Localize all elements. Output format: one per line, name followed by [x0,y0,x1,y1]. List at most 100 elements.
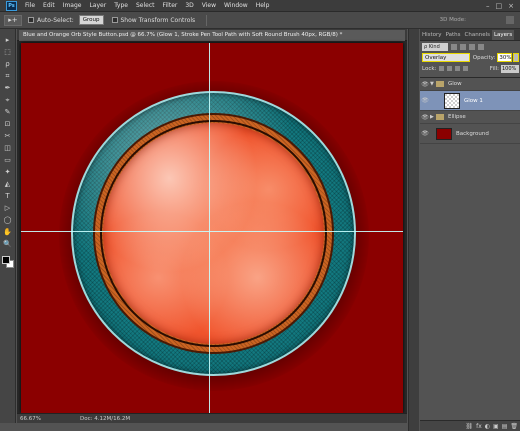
new-layer-icon[interactable]: ▤ [502,423,508,430]
ellipse-tool-icon[interactable]: ◯ [2,215,13,225]
filter-row: ρ Kind [420,41,520,52]
layer-name: Glow [448,81,462,87]
color-swatches[interactable] [1,255,15,269]
layer-mask-icon[interactable]: ▣ [493,423,499,430]
history-brush-tool-icon[interactable]: ✂ [2,131,13,141]
adjustment-layer-icon[interactable]: ◐ [485,423,490,430]
menu-window[interactable]: Window [220,2,252,9]
lock-all-icon[interactable] [463,66,469,71]
foreground-color-swatch[interactable] [1,256,10,264]
layers-list: 👁 ▼ Glow 👁 Glow 1 👁 ▶ Ellipse 👁 Backgrou… [420,77,520,144]
fill-input[interactable]: 100% [501,64,519,73]
eyedropper-tool-icon[interactable]: ⌖ [2,95,13,105]
lock-transparency-icon[interactable] [439,66,445,71]
menu-type[interactable]: Type [110,2,132,9]
document-tab[interactable]: Blue and Orange Orb Style Button.psd @ 6… [19,30,405,41]
pixel-filter-icon[interactable] [451,43,457,50]
lock-position-icon[interactable] [455,66,461,71]
maximize-button[interactable]: □ [496,2,503,10]
zoom-tool-icon[interactable]: 🔍 [2,239,13,249]
zoom-level[interactable]: 66.67% [20,416,50,422]
marquee-tool-icon[interactable]: ⬚ [2,47,13,57]
options-bar: ▸+ Auto-Select: Group Show Transform Con… [0,12,520,29]
opacity-dropdown-arrow[interactable] [513,53,519,62]
lock-row: Lock: Fill: 100% [420,63,520,74]
menu-3d[interactable]: 3D [181,2,197,9]
visibility-eye-icon[interactable]: 👁 [420,97,430,104]
document-size[interactable]: Doc: 4.12M/16.2M [80,416,130,422]
tab-history[interactable]: History [420,30,444,40]
move-tool-preset-icon[interactable]: ▸+ [4,14,22,26]
opacity-label: Opacity: [472,54,496,61]
link-layers-icon[interactable]: ⛓ [465,423,473,430]
workspace-icon[interactable] [506,16,514,24]
crop-tool-icon[interactable]: ✒ [2,83,13,93]
layer-group-ellipse[interactable]: 👁 ▶ Ellipse [420,111,520,124]
visibility-eye-icon[interactable]: 👁 [420,114,430,121]
lasso-tool-icon[interactable]: ρ [2,59,13,69]
3d-mode-label: 3D Mode: [439,17,466,23]
photoshop-logo-icon: Ps [6,0,17,11]
horizontal-guide[interactable] [21,231,403,232]
type-filter-icon[interactable] [469,43,475,50]
canvas[interactable] [21,43,403,413]
tools-panel: ▸ ⬚ ρ ⌗ ✒ ⌖ ✎ ⊡ ✂ ◫ ▭ ✦ ◭ T ▷ ◯ ✋ 🔍 [0,29,16,423]
layer-background[interactable]: 👁 Background [420,124,520,144]
auto-select-dropdown[interactable]: Group [78,15,104,25]
transform-controls-checkbox[interactable] [111,17,118,23]
auto-select-label: Auto-Select: [37,16,74,24]
dodge-tool-icon[interactable]: ◭ [2,179,13,189]
menu-file[interactable]: File [21,2,39,9]
blend-row: Overlay Opacity: 30% [420,52,520,63]
opacity-input[interactable]: 30% [497,53,513,62]
transform-controls-label: Show Transform Controls [120,16,196,24]
lock-label: Lock: [422,65,437,72]
menu-filter[interactable]: Filter [159,2,182,9]
path-selection-tool-icon[interactable]: ▷ [2,203,13,213]
layers-panel-footer: ⛓ fx ◐ ▣ ▤ 🗑 [420,420,520,431]
hand-tool-icon[interactable]: ✋ [2,227,13,237]
menu-help[interactable]: Help [252,2,274,9]
kind-filter-dropdown[interactable]: ρ Kind [422,42,448,51]
window-controls: – □ × [486,2,514,10]
clone-stamp-tool-icon[interactable]: ⊡ [2,119,13,129]
adjustment-filter-icon[interactable] [460,43,466,50]
menu-edit[interactable]: Edit [39,2,59,9]
visibility-eye-icon[interactable]: 👁 [420,130,430,137]
menu-layer[interactable]: Layer [85,2,110,9]
lock-pixels-icon[interactable] [447,66,453,71]
move-tool-icon[interactable]: ▸ [2,35,13,45]
menu-select[interactable]: Select [132,2,159,9]
orb-inner-glow [103,123,324,344]
menu-image[interactable]: Image [59,2,86,9]
layer-style-icon[interactable]: fx [476,423,482,430]
layer-glow-1[interactable]: 👁 Glow 1 [420,91,520,111]
minimize-button[interactable]: – [486,2,490,10]
quick-select-tool-icon[interactable]: ⌗ [2,71,13,81]
collapsed-panel-strip[interactable] [409,29,419,431]
layer-name: Background [456,130,489,137]
panel-tabs: History Paths Channels Layers [420,29,520,41]
shape-filter-icon[interactable] [478,43,484,50]
auto-select-checkbox[interactable] [28,17,34,23]
blur-tool-icon[interactable]: ✦ [2,167,13,177]
tab-channels[interactable]: Channels [463,30,492,40]
gradient-tool-icon[interactable]: ▭ [2,155,13,165]
brush-tool-icon[interactable]: ✎ [2,107,13,117]
layer-thumbnail [436,127,452,140]
layer-name: Glow 1 [464,97,483,104]
menu-view[interactable]: View [198,2,220,9]
layer-group-glow[interactable]: 👁 ▼ Glow [420,78,520,91]
tab-paths[interactable]: Paths [444,30,463,40]
visibility-eye-icon[interactable]: 👁 [420,81,430,88]
blend-mode-dropdown[interactable]: Overlay [422,53,470,62]
folder-icon [436,81,444,87]
trash-icon[interactable]: 🗑 [510,423,518,430]
type-tool-icon[interactable]: T [2,191,13,201]
close-button[interactable]: × [508,2,514,10]
vertical-guide[interactable] [209,43,210,413]
document-area: Blue and Orange Orb Style Button.psd @ 6… [17,29,407,423]
tab-layers[interactable]: Layers [491,30,515,40]
status-bar: 66.67% Doc: 4.12M/16.2M [17,413,407,423]
eraser-tool-icon[interactable]: ◫ [2,143,13,153]
